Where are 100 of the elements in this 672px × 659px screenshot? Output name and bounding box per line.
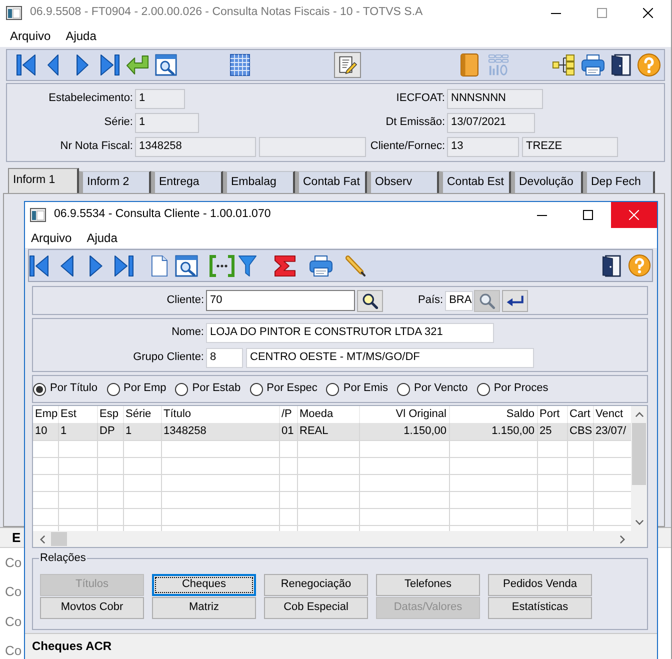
radio-button[interactable] <box>106 382 120 396</box>
magnifier-window-icon[interactable] <box>155 54 177 76</box>
triangle-right-icon[interactable] <box>76 54 89 76</box>
relation-button[interactable]: Cob Especial <box>264 597 368 619</box>
menu-item[interactable]: Arquivo <box>10 29 51 44</box>
sigma-icon[interactable] <box>274 254 296 276</box>
radio-label[interactable]: Por Estab <box>192 382 241 396</box>
printer-icon[interactable] <box>309 254 333 276</box>
text-field[interactable]: 13/07/2021 <box>447 113 535 133</box>
relation-button[interactable]: Movtos Cobr <box>40 597 144 619</box>
radio-label[interactable]: Por Espec <box>266 382 318 396</box>
radio-label[interactable]: Por Proces <box>494 382 548 396</box>
relation-button[interactable]: Estatísticas <box>488 597 592 619</box>
triangle-right-icon[interactable] <box>89 254 103 276</box>
skip-end-icon[interactable] <box>100 54 120 76</box>
tab[interactable]: Embalag <box>223 171 295 193</box>
pencil-icon[interactable] <box>345 254 366 276</box>
skip-end-icon[interactable] <box>114 254 134 276</box>
input-field[interactable]: 8 <box>206 348 243 368</box>
radio-button[interactable] <box>396 382 410 396</box>
radio-label[interactable]: Por Emp <box>124 382 166 396</box>
document-icon[interactable] <box>151 254 168 276</box>
text-field[interactable] <box>259 137 366 157</box>
chevron-left-icon[interactable] <box>40 534 44 544</box>
table-row[interactable]: 10 1 DP 1 1348258 01 REAL 1.150,00 1.150,00 25 CBS 23/07/ <box>33 423 631 440</box>
text-field[interactable]: TREZE <box>522 137 618 157</box>
minimize-icon[interactable] <box>551 12 561 14</box>
tab[interactable]: Observ <box>367 171 439 193</box>
minimize-icon[interactable] <box>537 214 547 216</box>
triangle-left-icon[interactable] <box>60 254 74 276</box>
door-icon[interactable] <box>611 54 631 76</box>
tab[interactable]: Inform 2 <box>79 171 151 193</box>
menu-item[interactable]: Arquivo <box>31 230 72 246</box>
zoom-button[interactable] <box>474 290 500 312</box>
radio-button[interactable] <box>476 382 490 396</box>
radio-label[interactable]: Por Título <box>50 382 98 396</box>
triangle-left-icon[interactable] <box>47 54 59 76</box>
menu-item[interactable]: Ajuda <box>66 29 96 44</box>
text-field[interactable]: 13 <box>447 137 519 157</box>
notebook-icon[interactable] <box>460 53 479 77</box>
printer-icon[interactable] <box>581 54 605 76</box>
relation-button[interactable]: Pedidos Venda <box>488 574 592 596</box>
maximize-icon[interactable] <box>583 210 593 220</box>
skip-start-icon[interactable] <box>29 254 49 276</box>
relation-button[interactable]: Telefones <box>376 574 480 596</box>
relation-button[interactable]: Matriz <box>152 597 256 619</box>
notepad-pen-icon[interactable] <box>334 52 361 78</box>
radio-button[interactable] <box>175 382 188 396</box>
tab[interactable]: Inform 1 <box>8 168 79 193</box>
close-icon[interactable] <box>643 8 653 18</box>
help-icon[interactable] <box>628 254 651 277</box>
radio-button[interactable] <box>33 382 46 396</box>
radio-label[interactable]: Por Emis <box>343 382 388 396</box>
door-icon[interactable] <box>602 254 621 276</box>
calendar-grid-icon[interactable] <box>230 54 250 76</box>
close-icon <box>629 210 639 220</box>
close-button[interactable] <box>611 202 657 228</box>
help-icon[interactable] <box>637 53 661 77</box>
window-icon <box>6 6 22 20</box>
radio-button[interactable] <box>250 382 263 396</box>
tab[interactable]: Contab Est <box>439 171 511 193</box>
field-label: Cliente: <box>166 294 204 308</box>
tab[interactable]: Dep Fech <box>583 171 655 193</box>
field-label: Grupo Cliente: <box>133 350 204 364</box>
tab[interactable]: Contab Fat <box>295 171 367 193</box>
chevron-up-icon[interactable] <box>634 412 644 417</box>
tree-diagram-icon[interactable] <box>552 54 575 76</box>
tab[interactable]: Entrega <box>151 171 223 193</box>
vertical-scrollbar[interactable] <box>631 406 647 531</box>
horizontal-scrollbar[interactable] <box>33 531 631 547</box>
menu-item[interactable]: Ajuda <box>86 230 118 246</box>
enter-button[interactable] <box>502 290 528 312</box>
bracket-dots-icon[interactable] <box>209 254 235 276</box>
search-button[interactable] <box>357 290 383 312</box>
input-field[interactable]: BRA <box>445 290 474 310</box>
table-cell: 1 <box>123 423 161 440</box>
funnel-icon[interactable] <box>238 254 257 276</box>
group-title: Relações <box>39 551 87 565</box>
radio-button[interactable] <box>326 382 340 396</box>
radio-label[interactable]: Por Vencto <box>414 382 468 396</box>
relation-button[interactable]: Cheques <box>152 574 256 596</box>
table-cell: 25 <box>537 423 567 440</box>
scrollbar-thumb[interactable] <box>51 532 67 546</box>
chevron-down-icon[interactable] <box>634 520 644 525</box>
tab[interactable]: Devolução <box>511 171 583 193</box>
table-cell: CBS <box>567 423 593 440</box>
enter-arrow-icon[interactable] <box>126 55 149 75</box>
field-label: Cliente/Fornec: <box>370 140 445 154</box>
text-field[interactable]: 1 <box>135 89 185 109</box>
skip-start-icon[interactable] <box>16 54 36 76</box>
text-field[interactable]: 1348258 <box>135 137 256 157</box>
input-field[interactable]: 70 <box>206 290 355 311</box>
chevron-right-icon[interactable] <box>620 534 624 544</box>
input-field[interactable]: LOJA DO PINTOR E CONSTRUTOR LTDA 321 <box>206 322 494 342</box>
scrollbar-thumb[interactable] <box>632 423 646 485</box>
relation-button[interactable]: Renegociação <box>264 574 368 596</box>
input-field[interactable]: CENTRO OESTE - MT/MS/GO/DF <box>246 348 534 368</box>
text-field[interactable]: NNNSNNN <box>447 89 543 109</box>
magnifier-window-icon[interactable] <box>175 254 198 276</box>
text-field[interactable]: 1 <box>135 113 199 133</box>
